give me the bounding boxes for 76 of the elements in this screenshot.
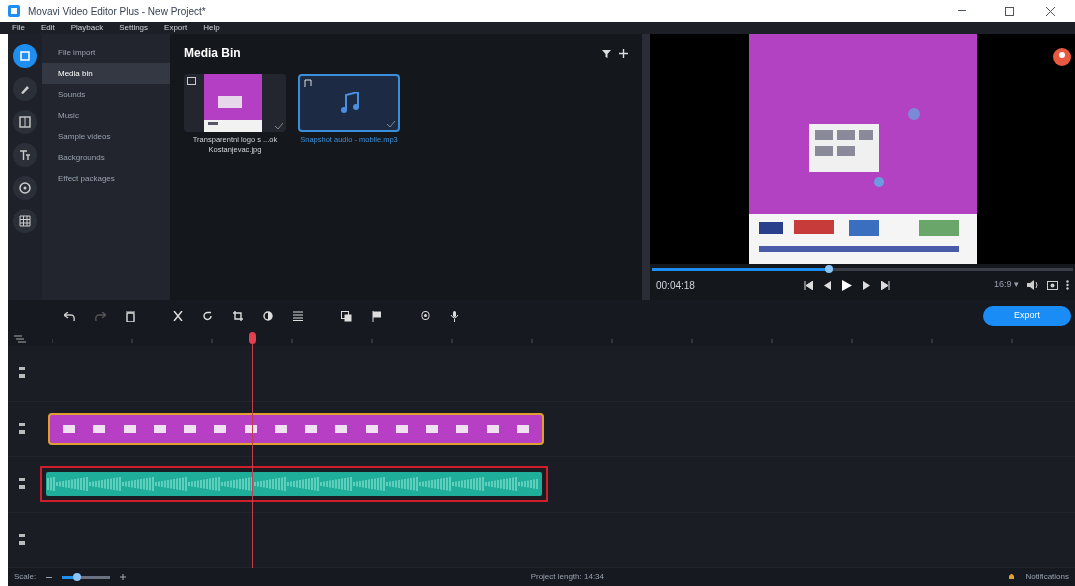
color-adjust-icon[interactable] bbox=[263, 311, 273, 321]
step-back-icon[interactable] bbox=[823, 280, 832, 290]
more-icon[interactable] bbox=[1066, 280, 1069, 290]
progress-handle[interactable] bbox=[824, 265, 833, 273]
user-avatar-icon[interactable] bbox=[1053, 48, 1071, 66]
track-controls-icon[interactable] bbox=[18, 532, 26, 547]
tool-button[interactable] bbox=[13, 44, 37, 68]
import-icon bbox=[17, 48, 33, 64]
window-title: Movavi Video Editor Plus - New Project* bbox=[28, 4, 206, 19]
add-icon[interactable] bbox=[619, 48, 628, 58]
maximize-icon[interactable] bbox=[1005, 6, 1014, 16]
audio-clip[interactable] bbox=[40, 466, 548, 503]
menu-item[interactable]: Settings bbox=[119, 22, 149, 34]
tool-button[interactable] bbox=[13, 110, 37, 134]
flag-icon[interactable] bbox=[372, 310, 381, 322]
app-logo-icon bbox=[8, 5, 20, 17]
track-settings-icon[interactable] bbox=[14, 335, 26, 343]
scale-slider-handle[interactable] bbox=[72, 572, 81, 581]
menu-item[interactable]: File bbox=[12, 22, 25, 34]
bell-icon[interactable] bbox=[1008, 573, 1016, 581]
scale-label: Scale: bbox=[14, 571, 37, 583]
crop-icon[interactable] bbox=[233, 311, 243, 321]
zoom-in-icon[interactable] bbox=[120, 574, 127, 580]
sidebar-item[interactable]: Backgrounds bbox=[42, 147, 170, 168]
menu-item[interactable]: Edit bbox=[40, 22, 55, 34]
check-icon bbox=[275, 123, 283, 129]
scale-slider-track[interactable] bbox=[62, 575, 111, 579]
sidebar-item[interactable]: Effect packages bbox=[42, 168, 170, 189]
play-icon[interactable] bbox=[842, 279, 852, 291]
rotate-icon[interactable] bbox=[203, 311, 213, 321]
skip-start-icon[interactable] bbox=[804, 280, 813, 290]
sidebar-item[interactable]: Sounds bbox=[42, 84, 170, 105]
overlay-icon[interactable] bbox=[341, 310, 352, 322]
skip-end-icon[interactable] bbox=[881, 280, 890, 290]
tool-button[interactable] bbox=[13, 143, 37, 167]
media-thumbnail[interactable] bbox=[184, 74, 286, 132]
tool-button[interactable] bbox=[13, 77, 37, 101]
music-note-icon bbox=[340, 92, 360, 114]
track-controls-icon[interactable] bbox=[18, 421, 26, 436]
delete-icon[interactable] bbox=[126, 310, 135, 322]
menu-item[interactable]: Playback bbox=[70, 22, 104, 34]
menu-item[interactable]: Export bbox=[164, 22, 188, 34]
playhead[interactable] bbox=[248, 332, 256, 568]
microphone-icon[interactable] bbox=[450, 310, 459, 322]
sticker-icon bbox=[17, 180, 33, 196]
tool-button[interactable] bbox=[13, 209, 37, 233]
grid-icon bbox=[17, 213, 33, 229]
cut-icon[interactable] bbox=[173, 311, 183, 321]
clip-properties-icon[interactable] bbox=[293, 311, 303, 321]
track-controls-icon[interactable] bbox=[18, 477, 26, 492]
menu-item[interactable]: Help bbox=[203, 22, 220, 34]
transition-icon bbox=[17, 114, 33, 130]
record-voice-icon[interactable] bbox=[421, 310, 430, 322]
sidebar-item[interactable]: Music bbox=[42, 105, 170, 126]
undo-icon[interactable] bbox=[64, 311, 75, 321]
close-icon[interactable] bbox=[1046, 6, 1055, 16]
tool-button[interactable] bbox=[13, 176, 37, 200]
project-length: Project length: 14:34 bbox=[530, 571, 604, 583]
sidebar-item[interactable]: Sample videos bbox=[42, 126, 170, 147]
step-forward-icon[interactable] bbox=[862, 280, 871, 290]
image-type-icon bbox=[187, 77, 196, 85]
sidebar-item[interactable]: Media bin bbox=[42, 63, 170, 84]
video-clip[interactable] bbox=[48, 412, 544, 445]
snapshot-icon[interactable] bbox=[1047, 280, 1058, 290]
aspect-ratio-dropdown[interactable]: 16:9 ▾ bbox=[993, 278, 1019, 292]
track-controls-icon[interactable] bbox=[18, 366, 26, 381]
panel-title: Media Bin bbox=[184, 45, 241, 62]
media-thumbnail[interactable] bbox=[298, 74, 400, 132]
sidebar-item[interactable]: File import bbox=[42, 42, 170, 63]
timecode: 00:04:18 bbox=[656, 278, 696, 293]
notifications-link[interactable]: Notifications bbox=[1025, 571, 1069, 583]
volume-icon[interactable] bbox=[1027, 280, 1039, 290]
progress-track[interactable] bbox=[652, 268, 1073, 271]
filter-icon[interactable] bbox=[602, 48, 611, 58]
titles-icon bbox=[17, 147, 33, 163]
check-icon bbox=[387, 121, 395, 127]
